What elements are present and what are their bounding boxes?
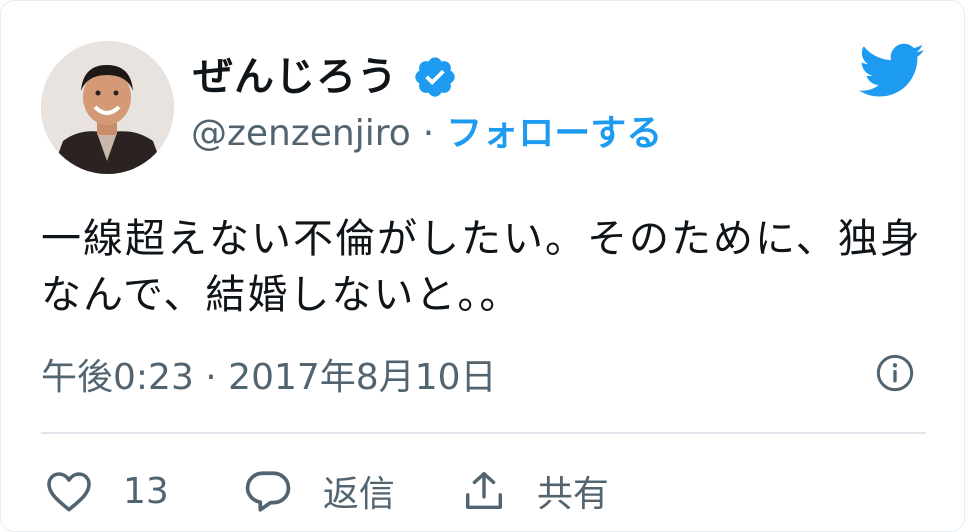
divider bbox=[41, 432, 926, 434]
like-count: 13 bbox=[123, 470, 169, 512]
author-name-row: ぜんじろう bbox=[193, 49, 458, 105]
reply-bubble-icon bbox=[245, 471, 291, 512]
like-button[interactable]: 13 bbox=[45, 469, 169, 513]
tweet-embed-card: ぜんじろう @zenzenjiro · フォローする 一線超えない不倫がしたい。… bbox=[0, 0, 965, 532]
action-bar: 13 返信 共有 bbox=[45, 461, 609, 521]
author-display-name[interactable]: ぜんじろう bbox=[193, 57, 398, 97]
author-handle[interactable]: @zenzenjiro bbox=[191, 116, 411, 152]
share-upload-icon bbox=[465, 472, 502, 510]
tweet-timestamp[interactable]: 午後0:23 · 2017年8月10日 bbox=[41, 349, 497, 399]
heart-icon bbox=[47, 472, 91, 512]
info-icon[interactable] bbox=[875, 353, 915, 393]
separator-dot: · bbox=[422, 113, 435, 154]
reply-button[interactable]: 返信 bbox=[243, 465, 395, 517]
reply-label: 返信 bbox=[322, 474, 395, 515]
twitter-bird-icon[interactable] bbox=[859, 43, 925, 99]
author-handle-row: @zenzenjiro · フォローする bbox=[191, 109, 662, 159]
share-button[interactable]: 共有 bbox=[461, 465, 609, 517]
verified-badge-icon bbox=[415, 57, 455, 97]
tweet-text: 一線超えない不倫がしたい。そのために、独身 なんで、結婚しないと。。 bbox=[41, 216, 922, 318]
follow-button[interactable]: フォローする bbox=[446, 116, 662, 152]
avatar[interactable] bbox=[41, 41, 174, 174]
share-label: 共有 bbox=[536, 474, 609, 515]
